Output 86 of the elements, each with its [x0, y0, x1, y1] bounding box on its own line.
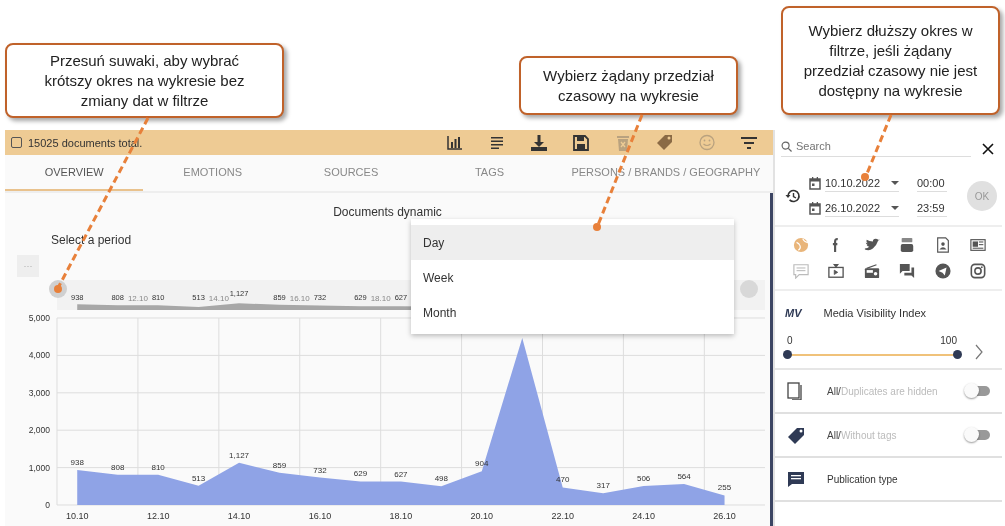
toggle-switch[interactable] [964, 429, 990, 441]
tab[interactable]: TAGS [420, 155, 559, 191]
navigator-date: 16.10 [289, 294, 310, 303]
y-axis-label: 0 [45, 500, 50, 510]
mv-label: MV [785, 307, 802, 319]
dropdown-option[interactable]: Week [411, 260, 734, 295]
navigator-date: 12.10 [127, 294, 148, 303]
slider-thumb[interactable] [782, 350, 792, 359]
x-axis-label: 12.10 [146, 511, 170, 521]
data-label: 498 [434, 474, 448, 484]
time-field[interactable]: 23:59 [917, 200, 947, 217]
dropdown-option[interactable]: Month [411, 295, 734, 330]
x-axis-label: 24.10 [632, 511, 655, 521]
bird-icon[interactable] [863, 237, 880, 253]
close-icon[interactable] [982, 142, 994, 155]
data-label: 629 [353, 469, 368, 479]
chart-icon[interactable] [446, 133, 464, 152]
callout: Wybierz żądany przedział czasowy na wykresie [519, 56, 738, 115]
newspaper-icon[interactable] [970, 237, 987, 253]
dropdown-option[interactable]: Day [411, 225, 734, 260]
filter-label: All/Without tags [827, 429, 898, 441]
data-label: 904 [475, 459, 489, 469]
date-field[interactable]: 26.10.2022 [825, 200, 899, 217]
toggle-switch[interactable] [964, 385, 990, 397]
data-label: 513 [191, 473, 206, 483]
filter-title: Media Visibility Index [823, 307, 926, 319]
x-axis-label: 26.10 [713, 511, 736, 521]
download-icon[interactable] [530, 133, 548, 152]
x-axis-label: 16.10 [308, 511, 332, 521]
tv-icon[interactable] [828, 263, 845, 279]
y-axis-label: 3,000 [28, 387, 50, 398]
y-axis-label: 1,000 [28, 462, 50, 473]
save-icon[interactable] [572, 133, 590, 152]
period-label: Select a period [51, 233, 132, 247]
tab[interactable]: OVERVIEW [5, 155, 144, 191]
calendar-icon[interactable] [809, 202, 821, 215]
y-axis-label: 4,000 [28, 350, 50, 361]
x-axis-label: 10.10 [65, 511, 89, 521]
tag-icon[interactable] [656, 133, 674, 152]
data-label: 317 [596, 481, 610, 491]
data-label: 808 [111, 462, 125, 472]
time-field[interactable]: 00:00 [917, 175, 947, 192]
tab[interactable]: PERSONS / BRANDS / GEOGRAPHY [558, 155, 773, 191]
data-label: 1,127 [229, 450, 250, 460]
y-axis-label: 2,000 [28, 425, 50, 436]
leader-line [861, 114, 893, 181]
slider-thumb[interactable] [952, 350, 962, 359]
calendar-icon[interactable] [809, 177, 821, 190]
callout: Przesuń suwaki, aby wybrać krótszy okres na wykresie bez zmiany dat w filtrze [5, 43, 284, 118]
message-icon [787, 470, 805, 488]
data-label: 810 [151, 462, 165, 472]
history-icon[interactable] [785, 188, 801, 204]
navigator-date: 18.10 [370, 294, 391, 303]
x-axis-label: 20.10 [470, 511, 494, 521]
data-label: 470 [556, 475, 570, 485]
filter-label: All/Duplicates are hidden [827, 385, 939, 397]
data-label: 732 [313, 465, 327, 475]
select-all-checkbox[interactable] [11, 137, 22, 148]
radio-icon[interactable] [863, 263, 880, 279]
x-axis-label: 22.10 [551, 511, 574, 521]
tab[interactable]: EMOTIONS [143, 155, 282, 191]
copy-icon [787, 382, 805, 400]
tag-icon [787, 426, 805, 444]
search-icon [781, 140, 792, 152]
chevron-right-icon[interactable] [975, 344, 983, 360]
callout: Wybierz dłuższy okres w filtrze, jeśli żądany przedział czasowy nie jest dostępny na wykresie [781, 6, 1000, 115]
navigator-date: 14.10 [208, 294, 229, 303]
data-label: 564 [677, 471, 691, 481]
slider-max-label: 100 [940, 335, 957, 346]
data-label: 255 [717, 483, 732, 493]
document-icon[interactable] [934, 237, 951, 253]
data-label: 938 [70, 457, 84, 467]
data-label: 627 [394, 469, 408, 479]
range-handle[interactable] [740, 280, 758, 298]
x-axis-label: 18.10 [389, 511, 413, 521]
slider-min-label: 0 [787, 335, 793, 346]
data-label: 506 [636, 474, 651, 484]
tab[interactable]: SOURCES [281, 155, 421, 191]
data-label: 859 [272, 460, 287, 470]
camera-icon[interactable] [970, 263, 987, 279]
chat-icon[interactable] [899, 263, 916, 279]
x-axis-label: 14.10 [227, 511, 251, 521]
send-icon[interactable] [934, 263, 951, 279]
filter-label[interactable]: Publication type [827, 473, 994, 485]
chart-title: Documents dynamic [333, 205, 442, 219]
y-axis-label: 5,000 [28, 313, 50, 323]
